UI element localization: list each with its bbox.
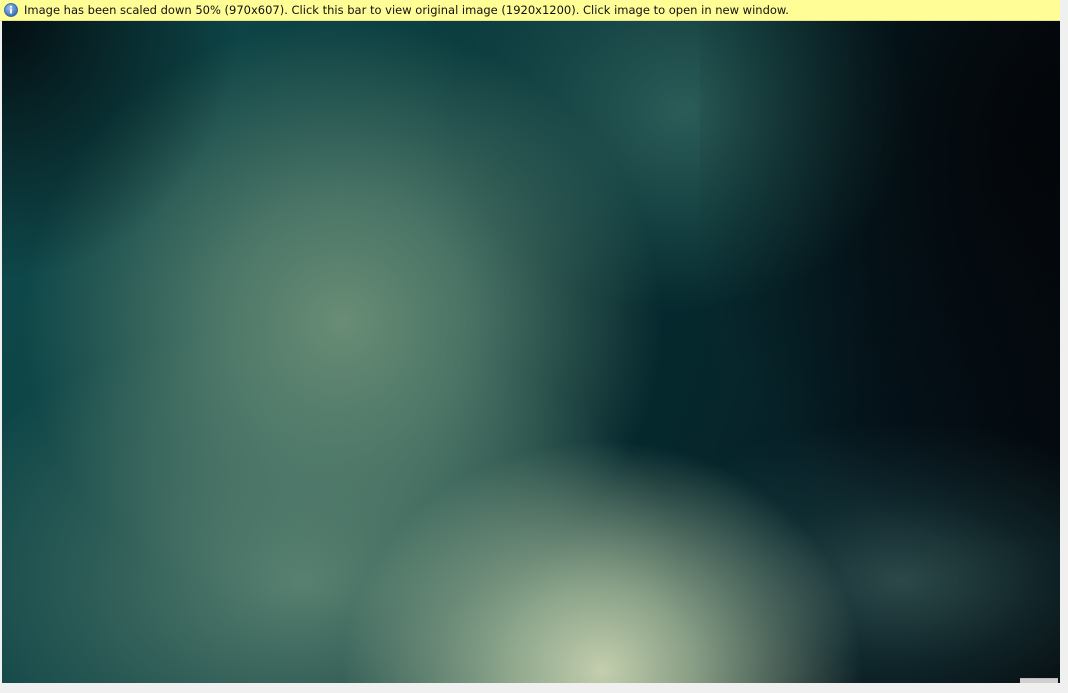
notice-text: Image has been scaled down 50% (970x607)… [24,2,789,17]
scaled-image[interactable] [2,21,1060,683]
image-viewer-page: Image has been scaled down 50% (970x607)… [0,0,1068,693]
image-shading [2,21,242,281]
scaled-image-notice-bar[interactable]: Image has been scaled down 50% (970x607)… [0,0,1060,21]
window-gutter [1060,0,1068,693]
info-icon [4,3,18,17]
resize-handle[interactable] [1020,678,1058,683]
image-shading [700,21,1060,541]
